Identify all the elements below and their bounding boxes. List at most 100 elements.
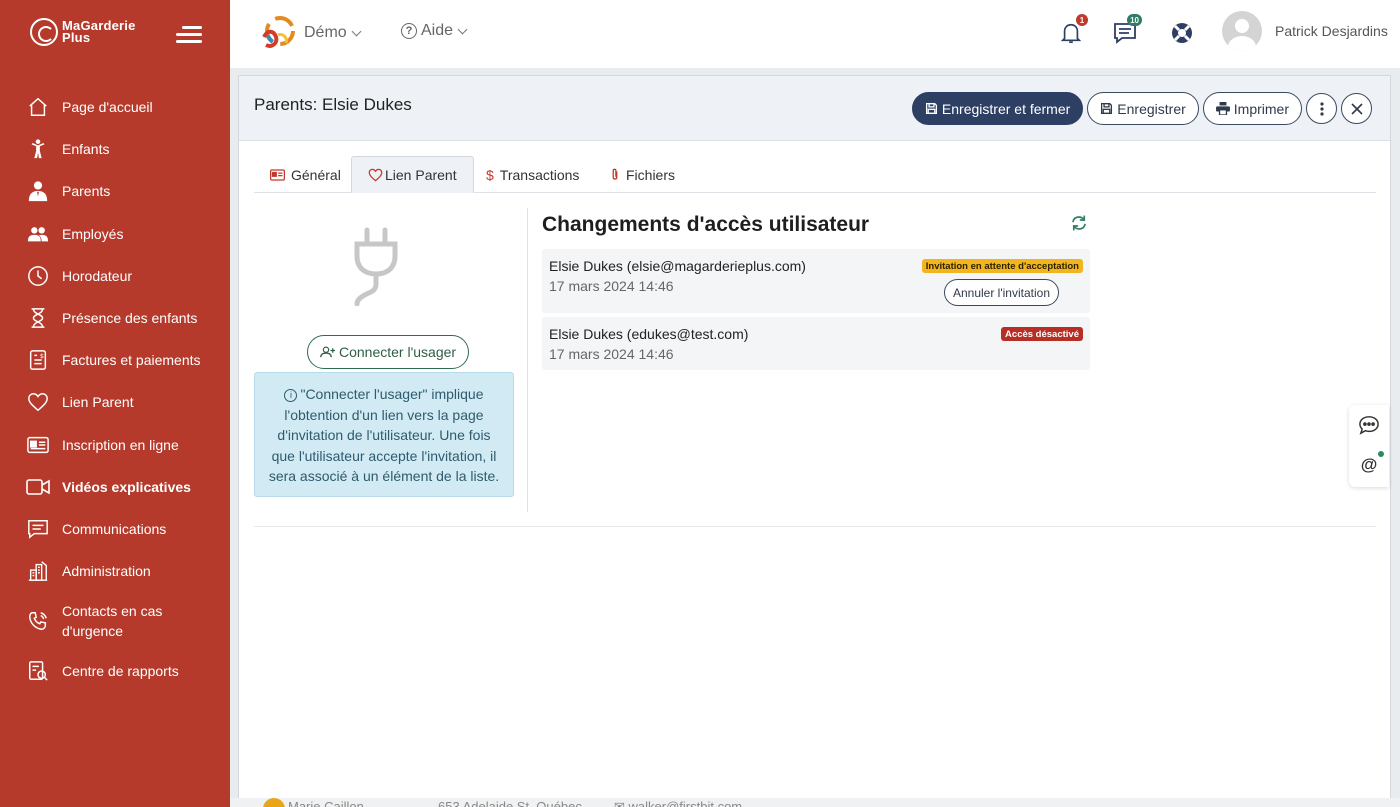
brand-logo-icon xyxy=(30,18,58,46)
brand-logo[interactable]: MaGarderie Plus xyxy=(30,18,136,46)
tab-files[interactable]: Fichiers xyxy=(594,156,691,193)
help-icon: ? xyxy=(401,23,417,39)
sidebar-item-label: Employés xyxy=(62,225,124,242)
sidebar-item-label: Vidéos explicatives xyxy=(62,478,191,495)
topbar: Démo ? Aide 1 10 Patrick Desjardins xyxy=(230,0,1400,68)
paperclip-icon xyxy=(610,168,620,182)
footer-name: Marie Caillon xyxy=(288,799,364,807)
building-icon xyxy=(26,559,50,583)
sidebar-item-label: Centre de rapports xyxy=(62,663,179,680)
floppy-disk-icon xyxy=(925,102,938,115)
sidebar-item-emergency-contacts[interactable]: Contacts en cas d'urgence xyxy=(0,592,230,650)
cancel-invitation-button[interactable]: Annuler l'invitation xyxy=(943,279,1059,306)
brand-name-line2: Plus xyxy=(62,30,91,45)
sidebar-item-parent-link[interactable]: Lien Parent xyxy=(0,381,230,423)
tab-label: Général xyxy=(291,166,341,183)
at-sign-icon[interactable]: @ xyxy=(1357,453,1381,477)
id-card-icon xyxy=(270,168,285,181)
tab-parent-link[interactable]: Lien Parent xyxy=(351,156,474,193)
id-card-icon xyxy=(26,433,50,457)
access-changes-title: Changements d'accès utilisateur xyxy=(542,213,870,236)
sidebar-item-videos[interactable]: Vidéos explicatives xyxy=(0,466,230,508)
tab-general[interactable]: Général xyxy=(254,156,357,193)
home-icon xyxy=(26,95,50,119)
dollar-icon: $ xyxy=(486,166,494,183)
sidebar-item-reports[interactable]: Centre de rapports xyxy=(0,650,230,692)
access-entry-date: 17 mars 2024 14:46 xyxy=(549,346,674,362)
menu-toggle-icon[interactable] xyxy=(176,24,202,46)
help-menu[interactable]: ? Aide xyxy=(401,22,468,40)
tab-transactions[interactable]: $ Transactions xyxy=(470,156,595,193)
heart-icon xyxy=(26,390,50,414)
chat-icon xyxy=(26,517,50,541)
tab-label: Transactions xyxy=(499,166,580,183)
sidebar-item-label: Contacts en cas d'urgence xyxy=(62,603,163,640)
sidebar-nav: Page d'accueil Enfants Parents Employés … xyxy=(0,86,230,692)
tab-label: Fichiers xyxy=(626,166,676,183)
sidebar-item-label: Lien Parent xyxy=(62,394,134,411)
floating-contact-widget: @ xyxy=(1349,405,1389,487)
org-name: Démo xyxy=(304,24,347,41)
close-icon xyxy=(1350,102,1363,115)
floppy-disk-icon xyxy=(1100,102,1113,115)
sidebar-item-label: Communications xyxy=(62,520,167,537)
sidebar-item-administration[interactable]: Administration xyxy=(0,550,230,592)
user-name: Patrick Desjardins xyxy=(1275,23,1388,39)
column-divider xyxy=(527,208,528,512)
parent-icon xyxy=(26,179,50,203)
envelope-icon: ✉ xyxy=(614,799,625,807)
hourglass-icon xyxy=(26,306,50,330)
notifications-badge: 1 xyxy=(1076,14,1088,26)
status-badge: Invitation en attente d'acceptation xyxy=(921,259,1083,273)
save-label: Enregistrer xyxy=(1117,100,1186,117)
sidebar-item-parents[interactable]: Parents xyxy=(0,170,230,212)
page-title: Parents: Elsie Dukes xyxy=(254,95,412,114)
sidebar-item-attendance[interactable]: Présence des enfants xyxy=(0,297,230,339)
user-menu[interactable]: Patrick Desjardins xyxy=(1222,11,1388,51)
sidebar-item-label: Administration xyxy=(62,563,151,580)
org-selector[interactable]: Démo xyxy=(260,15,362,51)
close-button[interactable] xyxy=(1341,93,1372,124)
sidebar-item-employees[interactable]: Employés xyxy=(0,213,230,255)
chevron-down-icon xyxy=(351,26,362,36)
support-button[interactable] xyxy=(1167,18,1197,48)
printer-icon xyxy=(1215,102,1230,115)
chat-bubble-icon[interactable] xyxy=(1357,413,1381,437)
sidebar-item-communications[interactable]: Communications xyxy=(0,508,230,550)
connect-info-text: "Connecter l'usager" implique l'obtentio… xyxy=(268,386,500,484)
sidebar-item-label: Page d'accueil xyxy=(62,99,153,116)
sidebar-item-timeclock[interactable]: Horodateur xyxy=(0,255,230,297)
notifications-button[interactable]: 1 xyxy=(1056,14,1088,48)
form-tabs: Général Lien Parent $ Transactions Fichi… xyxy=(254,156,1376,193)
add-user-icon xyxy=(320,346,335,358)
section-divider xyxy=(254,526,1376,527)
report-icon xyxy=(26,659,50,683)
sidebar-item-invoices[interactable]: $ Factures et paiements xyxy=(0,339,230,381)
plug-icon xyxy=(354,227,398,306)
footer-email-text: walker@firstbit.com xyxy=(628,799,743,807)
list-item: Elsie Dukes (elsie@magarderieplus.com) 1… xyxy=(542,249,1090,313)
save-button[interactable]: Enregistrer xyxy=(1087,92,1199,125)
parent-form-panel: Parents: Elsie Dukes Enregistrer et ferm… xyxy=(238,75,1391,800)
connect-info-alert: i "Connecter l'usager" implique l'obtenti… xyxy=(254,372,514,497)
access-entry-name: Elsie Dukes (elsie@magarderieplus.com) xyxy=(549,258,806,274)
sidebar-item-home[interactable]: Page d'accueil xyxy=(0,86,230,128)
access-entry-date: 17 mars 2024 14:46 xyxy=(549,278,674,294)
save-and-close-button[interactable]: Enregistrer et fermer xyxy=(911,92,1084,125)
more-options-button[interactable] xyxy=(1306,93,1337,124)
sidebar: MaGarderie Plus Page d'accueil Enfants P… xyxy=(0,0,230,807)
sidebar-item-online-registration[interactable]: Inscription en ligne xyxy=(0,424,230,466)
messages-button[interactable]: 10 xyxy=(1110,14,1142,48)
connect-user-button[interactable]: Connecter l'usager xyxy=(307,335,470,369)
sidebar-item-label: Factures et paiements xyxy=(62,352,201,369)
print-button[interactable]: Imprimer xyxy=(1202,92,1302,125)
video-icon xyxy=(26,475,50,499)
print-label: Imprimer xyxy=(1233,100,1289,117)
header-actions: Enregistrer et fermer Enregistrer Imprim… xyxy=(908,92,1372,125)
connect-user-label: Connecter l'usager xyxy=(339,344,457,360)
online-indicator xyxy=(1378,451,1384,457)
footer-email: ✉ walker@firstbit.com xyxy=(614,799,742,807)
refresh-icon[interactable] xyxy=(1070,214,1088,237)
sidebar-item-children[interactable]: Enfants xyxy=(0,128,230,170)
org-logo-icon xyxy=(262,16,295,48)
